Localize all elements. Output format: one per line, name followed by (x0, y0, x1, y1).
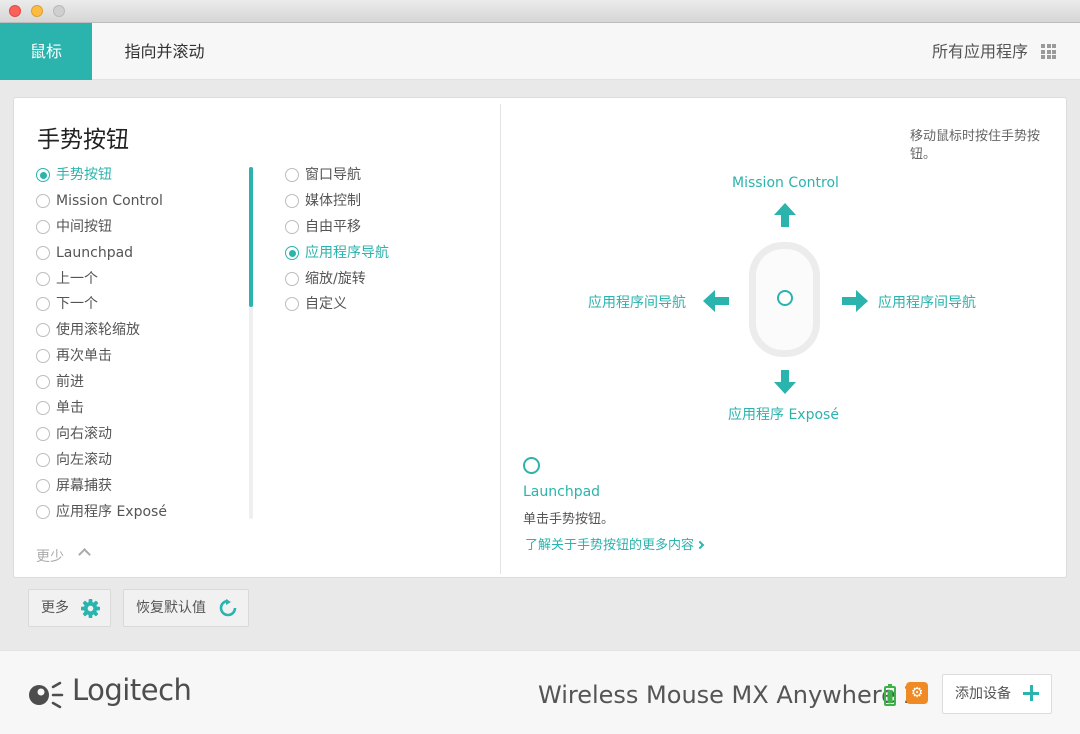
radio-icon[interactable] (36, 168, 50, 182)
add-device-button[interactable]: 添加设备 (942, 674, 1052, 714)
options-scrollbar-thumb[interactable] (249, 167, 253, 307)
radio-icon[interactable] (36, 453, 50, 467)
radio-icon[interactable] (36, 246, 50, 260)
arrow-down-icon (774, 370, 796, 394)
radio-icon[interactable] (36, 401, 50, 415)
learn-more-link[interactable]: 了解关于手势按钮的更多内容 (525, 534, 705, 553)
radio-icon[interactable] (285, 272, 299, 286)
more-button[interactable]: 更多 (28, 589, 111, 627)
settings-card: 手势按钮 手势按钮 Mission Control 中间按钮 Launchpad… (13, 97, 1067, 578)
panel-divider (500, 104, 501, 574)
plus-icon (1023, 685, 1039, 701)
radio-icon[interactable] (36, 194, 50, 208)
gesture-up-label: Mission Control (732, 175, 839, 191)
radio-icon[interactable] (36, 375, 50, 389)
minimize-window-button[interactable] (31, 5, 43, 17)
gesture-hint: 移动鼠标时按住手势按钮。 (910, 129, 1041, 162)
arrow-left-icon (703, 290, 729, 312)
radio-icon[interactable] (36, 220, 50, 234)
all-apps-label[interactable]: 所有应用程序 (932, 23, 1028, 80)
gesture-button-marker (777, 290, 793, 306)
radio-icon[interactable] (36, 427, 50, 441)
radio-icon[interactable] (36, 323, 50, 337)
radio-icon[interactable] (36, 349, 50, 363)
radio-icon[interactable] (285, 220, 299, 234)
gesture-right-label: 应用程序间导航 (878, 295, 976, 311)
zoom-window-button[interactable] (53, 5, 65, 17)
radio-icon[interactable] (285, 168, 299, 182)
radio-icon[interactable] (36, 479, 50, 493)
logitech-logo-icon (29, 681, 64, 709)
window-titlebar (0, 0, 1080, 23)
show-fewer-button[interactable]: 更少 (36, 546, 64, 566)
footer-bar: Logitech Wireless Mouse MX Anywhere 2 ⚙ … (0, 650, 1080, 734)
gesture-down-label: 应用程序 Exposé (728, 407, 839, 423)
battery-icon (884, 684, 896, 706)
chevron-up-icon[interactable] (78, 548, 91, 561)
click-action-title: Launchpad (523, 484, 601, 500)
tab-mouse[interactable]: 鼠标 (0, 23, 92, 80)
radio-icon[interactable] (285, 246, 299, 260)
gesture-left-label: 应用程序间导航 (588, 295, 686, 311)
brand-name: Logitech (72, 673, 192, 707)
radio-icon[interactable] (36, 505, 50, 519)
restore-defaults-button[interactable]: 恢复默认值 (123, 589, 249, 627)
arrow-right-icon (842, 290, 868, 312)
tab-point-and-scroll[interactable]: 指向并滚动 (92, 23, 237, 80)
device-name[interactable]: Wireless Mouse MX Anywhere 2 (538, 681, 919, 709)
tab-bar: 鼠标 指向并滚动 所有应用程序 (0, 23, 1080, 80)
section-title: 手势按钮 (37, 127, 129, 153)
radio-icon[interactable] (285, 194, 299, 208)
refresh-icon (219, 599, 237, 617)
arrow-up-icon (774, 203, 796, 227)
grid-icon[interactable] (1041, 44, 1056, 59)
click-action-marker (523, 457, 540, 474)
close-window-button[interactable] (9, 5, 21, 17)
chevron-right-icon[interactable] (695, 540, 705, 550)
flow-icon[interactable]: ⚙ (906, 682, 928, 704)
radio-icon[interactable] (36, 272, 50, 286)
radio-icon[interactable] (285, 297, 299, 311)
gear-icon (81, 599, 100, 618)
radio-icon[interactable] (36, 297, 50, 311)
click-action-description: 单击手势按钮。 (523, 512, 615, 527)
